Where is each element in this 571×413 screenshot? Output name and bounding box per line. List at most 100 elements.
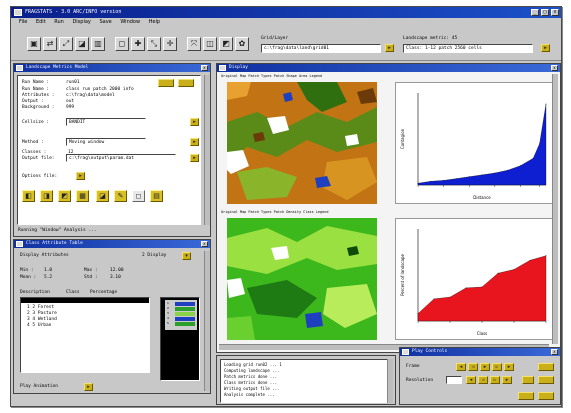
- layer-icon[interactable]: ◪: [96, 190, 109, 202]
- menu-save[interactable]: Save: [99, 19, 111, 25]
- prev-frame-button[interactable]: ◃: [468, 363, 478, 371]
- row-button[interactable]: [178, 79, 194, 87]
- new-icon[interactable]: ◧: [22, 190, 35, 202]
- panel-icon: [402, 349, 409, 355]
- menu-help[interactable]: Help: [149, 19, 160, 25]
- next-frame-button[interactable]: ▹: [492, 363, 502, 371]
- table-icon[interactable]: ▤: [150, 190, 163, 202]
- display-attributes-value: 2 Display: [142, 253, 167, 258]
- minimize-button[interactable]: _: [531, 9, 539, 16]
- grid-icon[interactable]: ▦: [76, 190, 89, 202]
- class-attribute-titlebar[interactable]: Class Attribute Table x: [14, 240, 210, 248]
- list-item[interactable]: 1 2 Forest: [27, 305, 54, 310]
- edit-icon[interactable]: ◩: [219, 37, 233, 51]
- play-controls-panel: Play Controls x Frame ◂ ◃ ▸ ▹ ▸ Resoluti…: [399, 347, 561, 405]
- display-attributes-button[interactable]: ▾: [182, 252, 191, 260]
- panel-icon: [16, 241, 23, 247]
- play-button[interactable]: ▸: [480, 363, 490, 371]
- stat-value: 12.00: [110, 268, 124, 273]
- export-button[interactable]: [538, 392, 554, 400]
- settings-icon[interactable]: ✿: [235, 37, 249, 51]
- landscape-map-top[interactable]: [227, 82, 377, 204]
- info-icon[interactable]: ◫: [203, 37, 217, 51]
- row-label: Run Name :: [22, 80, 50, 85]
- options-label: Options file:: [22, 174, 58, 179]
- select-icon[interactable]: ◻: [115, 37, 129, 51]
- panel-close-button[interactable]: x: [551, 349, 558, 355]
- resolution-down-button[interactable]: ◂: [466, 376, 476, 384]
- menu-window[interactable]: Window: [120, 19, 140, 25]
- full-extent-icon[interactable]: ⤧: [187, 37, 201, 51]
- list-item[interactable]: 4 5 Urban: [27, 323, 51, 328]
- record-button[interactable]: [518, 392, 534, 400]
- resolution-up-button[interactable]: ▸: [502, 376, 512, 384]
- data-point: [433, 298, 435, 300]
- metrics-scrollbar[interactable]: [204, 75, 210, 225]
- method-button[interactable]: ▸: [190, 138, 199, 146]
- apply-button[interactable]: [522, 376, 534, 384]
- display-v-scrollbar[interactable]: [552, 74, 558, 344]
- data-point: [529, 259, 531, 261]
- menu-display[interactable]: Display: [72, 19, 90, 25]
- display-titlebar[interactable]: Display x: [217, 64, 560, 72]
- last-frame-button[interactable]: ▸: [504, 363, 514, 371]
- legend-swatch: [175, 302, 195, 306]
- play-animation-button[interactable]: ▸: [84, 383, 93, 391]
- metrics-model-titlebar[interactable]: Landscape Metrics Model x: [14, 64, 210, 72]
- resolution-field[interactable]: [446, 376, 462, 384]
- edit-icon[interactable]: ◩: [58, 190, 71, 202]
- menu-file[interactable]: File: [19, 19, 27, 25]
- list-header: Percentage: [90, 290, 118, 295]
- data-point: [449, 296, 451, 298]
- open-icon[interactable]: ▣: [27, 37, 41, 51]
- load-icon[interactable]: ◨: [40, 190, 53, 202]
- menu-edit[interactable]: Edit: [36, 19, 46, 25]
- resolution-step-button[interactable]: ◃: [478, 376, 488, 384]
- console-scrollbar[interactable]: [387, 359, 393, 403]
- play-controls-titlebar[interactable]: Play Controls x: [400, 348, 560, 356]
- cellsize-button[interactable]: ▸: [190, 118, 199, 126]
- ok-button[interactable]: [538, 376, 554, 384]
- resolution-step-button[interactable]: ▹: [490, 376, 500, 384]
- first-frame-button[interactable]: ◂: [456, 363, 466, 371]
- blank-icon[interactable]: ◻: [132, 190, 145, 202]
- print-icon[interactable]: ⤢: [59, 37, 73, 51]
- app-icon[interactable]: [14, 9, 22, 16]
- close-button[interactable]: x: [551, 9, 559, 16]
- pan-icon[interactable]: ✛: [163, 37, 177, 51]
- pencil-icon[interactable]: ✎: [114, 190, 127, 202]
- series-area: [417, 103, 547, 186]
- stop-button[interactable]: [538, 363, 554, 371]
- zoom-in-icon[interactable]: ✚: [131, 37, 145, 51]
- method-field[interactable]: Moving window: [66, 138, 146, 146]
- output-file-button[interactable]: ▸: [190, 154, 199, 162]
- class-list[interactable]: 1 2 Forest 2 3 Pasture 3 4 Wetland 4 5 U…: [20, 297, 150, 373]
- console-panel: Loading grid run02 ... 1 Computing lands…: [216, 355, 396, 405]
- menu-run[interactable]: Run: [54, 19, 64, 25]
- landscape-map-bottom[interactable]: [227, 218, 377, 340]
- class-attribute-scrollbar[interactable]: [204, 251, 210, 391]
- zoom-out-icon[interactable]: ⤡: [147, 37, 161, 51]
- grid-browse-button[interactable]: ▸: [385, 44, 394, 52]
- panel-close-button[interactable]: x: [201, 65, 208, 71]
- row-button[interactable]: [158, 79, 174, 87]
- list-item[interactable]: 2 3 Pasture: [27, 311, 57, 316]
- data-point: [430, 180, 432, 182]
- table-icon[interactable]: ▥: [91, 37, 105, 51]
- stat-label: Mean :: [20, 275, 37, 280]
- run-icon[interactable]: ◪: [75, 37, 89, 51]
- grid-label: Grid/Layer: [261, 36, 289, 41]
- list-item[interactable]: 3 4 Wetland: [27, 317, 57, 322]
- status-go-button[interactable]: ▸: [541, 44, 550, 52]
- grid-path-field[interactable]: c:\frag\data\land\grid01: [261, 44, 381, 53]
- options-button[interactable]: ▸: [76, 172, 85, 180]
- output-file-field[interactable]: c:\frag\output\param.dat: [66, 154, 176, 162]
- panel-close-button[interactable]: x: [551, 65, 558, 71]
- maximize-button[interactable]: □: [541, 9, 549, 16]
- list-selection-bar: [21, 298, 149, 303]
- save-icon[interactable]: ⇄: [43, 37, 57, 51]
- title-bar[interactable]: FRAGSTATS - 3.0 ARC/INFO version _ □ x: [11, 7, 561, 18]
- cellsize-field[interactable]: BANDIT: [66, 118, 146, 126]
- panel-close-button[interactable]: x: [201, 241, 208, 247]
- row-label: Attributes :: [22, 93, 55, 98]
